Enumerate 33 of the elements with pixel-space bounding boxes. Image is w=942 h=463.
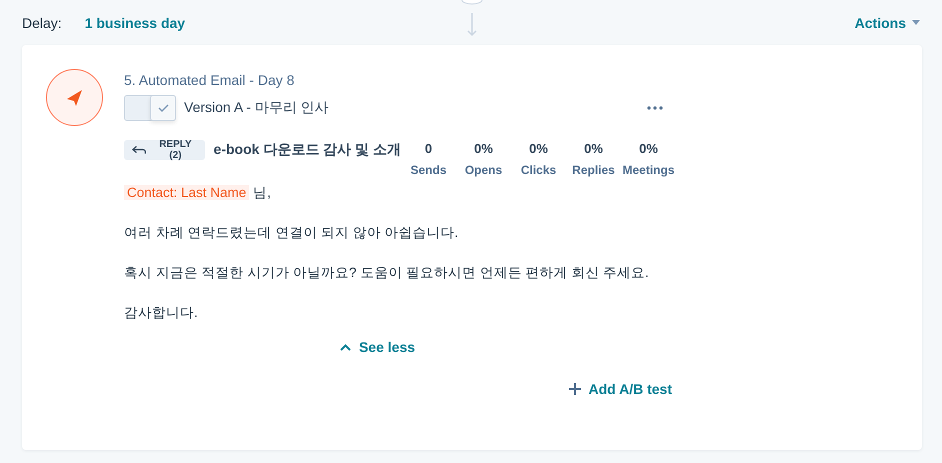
delay-value[interactable]: 1 business day (84, 14, 186, 30)
stat-value: 0 (424, 141, 432, 158)
step-title: 5. Automated Email - Day 8 (124, 71, 296, 90)
more-options-icon[interactable] (646, 105, 664, 111)
reply-arrow-icon (132, 145, 146, 155)
reply-button[interactable]: REPLY (2) (124, 140, 205, 160)
actions-dropdown[interactable]: Actions (854, 14, 920, 30)
add-ab-test-button[interactable]: Add A/B test (568, 381, 672, 397)
stat-label: Meetings (622, 163, 674, 177)
paper-plane-icon (46, 69, 103, 126)
plus-icon (568, 383, 581, 395)
stat-value: 0% (639, 141, 658, 158)
email-subject: e-book 다운로드 감사 및 소개 (214, 141, 401, 159)
version-label: Version A - 마무리 인사 (184, 99, 330, 117)
stat-value: 0% (474, 141, 493, 158)
stat-label: Opens (464, 163, 502, 177)
stat-label: Clicks (520, 163, 556, 177)
stat-label: Sends (410, 163, 446, 177)
connector-arrow-icon (460, 0, 484, 38)
body-text: 감사합니다. (124, 304, 199, 322)
body-text: 혹시 지금은 적절한 시기가 아닐까요? 도움이 필요하시면 언제든 편하게 회신 주세요. (124, 264, 650, 282)
body-text: 여러 차례 연락드렸는데 연결이 되지 않아 아쉽습니다. (124, 224, 460, 242)
chevron-up-icon (340, 344, 351, 350)
caret-icon (912, 20, 920, 25)
check-icon (158, 104, 168, 112)
contact-token: Contact: Last Name (124, 185, 250, 200)
body-text: 님, (252, 185, 271, 200)
see-less-link[interactable]: See less (340, 339, 416, 355)
stat-value: 0% (584, 141, 603, 158)
delay-label: Delay: (22, 14, 62, 30)
stat-label: Replies (572, 163, 615, 177)
toggle-switch[interactable] (124, 95, 176, 121)
stat-value: 0% (529, 141, 548, 158)
